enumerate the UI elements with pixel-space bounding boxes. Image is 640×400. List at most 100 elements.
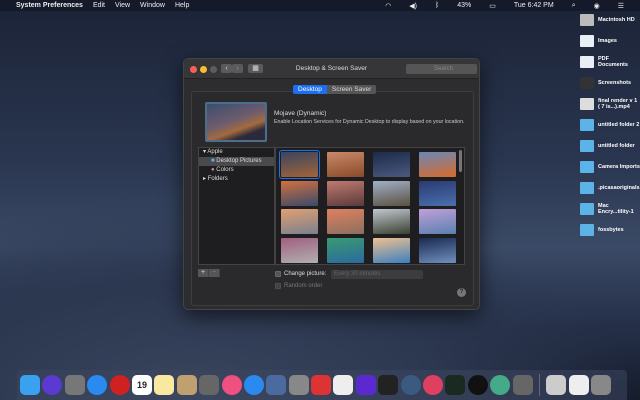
wallpaper-thumbnail[interactable]: [373, 180, 410, 206]
menu-view[interactable]: View: [115, 2, 130, 9]
preview-icon[interactable]: [176, 375, 197, 395]
documents-icon[interactable]: [568, 375, 589, 395]
wallpaper-thumbnail[interactable]: [327, 209, 364, 234]
menu-edit[interactable]: Edit: [93, 2, 105, 9]
wallpaper-thumbnail[interactable]: [327, 237, 364, 263]
desktop-icon-label: Screenshots: [598, 80, 632, 86]
siri-icon[interactable]: ◉: [594, 2, 600, 10]
desktop-icon[interactable]: Mac Encry...tility-1: [580, 203, 640, 215]
desktop-icon[interactable]: untitled folder: [580, 140, 640, 152]
desktop-icon[interactable]: untitled folder 2: [580, 119, 640, 131]
bluetooth-icon[interactable]: ᛒ: [435, 2, 439, 9]
source-desktop-pictures[interactable]: ■ Desktop Pictures: [199, 157, 274, 166]
wallpaper-thumbnail[interactable]: [279, 150, 320, 179]
safari-icon[interactable]: [87, 375, 108, 395]
siri-icon[interactable]: [42, 375, 63, 395]
system-preferences-icon[interactable]: [199, 375, 220, 395]
wallpaper-thumbnail[interactable]: [327, 152, 364, 177]
battery-status[interactable]: 43%: [457, 2, 471, 9]
wallpaper-thumbnail[interactable]: [419, 209, 456, 234]
wifi-icon[interactable]: ◠: [385, 2, 391, 10]
tab-desktop[interactable]: Desktop: [293, 85, 327, 94]
wallpaper-grid: [275, 147, 465, 265]
desktop-icon[interactable]: Screenshots: [580, 77, 640, 89]
desktop-icon-label: untitled folder 2: [598, 122, 640, 128]
wallpaper-thumbnail[interactable]: [419, 237, 456, 263]
photo-booth-icon[interactable]: [512, 375, 533, 395]
quicktime-icon[interactable]: [400, 375, 421, 395]
folder-icon: [580, 224, 594, 236]
random-order-checkbox[interactable]: [275, 283, 281, 289]
desktop-icon-label: PDF Documents: [598, 56, 628, 68]
terminal-icon[interactable]: [378, 375, 399, 395]
wallpaper-thumbnail[interactable]: [373, 152, 410, 177]
remove-folder-button[interactable]: −: [209, 269, 220, 277]
slack-icon[interactable]: [333, 375, 354, 395]
preferences-window: ‹ › ▦ Desktop & Screen Saver Search Desk…: [183, 58, 480, 310]
dock: 19: [17, 370, 627, 400]
finder-icon[interactable]: [20, 375, 40, 395]
activity-monitor-icon[interactable]: [445, 375, 466, 395]
menu-bar: System Preferences Edit View Window Help…: [0, 0, 640, 11]
wallpaper-thumbnail[interactable]: [373, 237, 410, 263]
app-store-icon[interactable]: [243, 375, 264, 395]
wallpaper-thumbnail[interactable]: [419, 180, 456, 206]
source-folders[interactable]: ▸ Folders: [199, 175, 274, 184]
change-picture-checkbox[interactable]: [275, 271, 281, 277]
search-input[interactable]: Search: [406, 64, 477, 74]
spotlight-icon[interactable]: ⌕: [572, 2, 576, 10]
trash-icon[interactable]: [591, 375, 612, 395]
wallpaper-thumbnail[interactable]: [373, 209, 410, 234]
clock[interactable]: Tue 6:42 PM: [514, 2, 554, 9]
desktop-icon[interactable]: Camera Imports: [580, 161, 640, 173]
file-icon: [580, 77, 594, 89]
change-picture-label: Change picture:: [284, 271, 327, 277]
folder-icon: ■: [211, 158, 215, 164]
wallpaper-thumbnail[interactable]: [281, 180, 318, 206]
wallpaper-thumbnail[interactable]: [419, 152, 456, 177]
virtualbox-icon[interactable]: [266, 375, 287, 395]
calendar-icon[interactable]: 19: [131, 375, 152, 395]
menu-window[interactable]: Window: [140, 2, 165, 9]
desktop-icon[interactable]: final render v 1 ( 7 is...).mp4: [580, 98, 640, 110]
file-icon: [580, 14, 594, 26]
desktop-icon[interactable]: PDF Documents: [580, 56, 640, 68]
downloads-icon[interactable]: [546, 375, 567, 395]
desktop-icon[interactable]: fossbytes: [580, 224, 640, 236]
random-order-label: Random order: [284, 283, 323, 289]
notification-center-icon[interactable]: ☰: [618, 2, 624, 10]
menu-help[interactable]: Help: [175, 2, 189, 9]
launchpad-icon[interactable]: [64, 375, 85, 395]
menu-app[interactable]: System Preferences: [16, 2, 83, 9]
chrome-icon[interactable]: [490, 375, 511, 395]
file-icon: [580, 56, 594, 68]
volume-icon[interactable]: ◀): [409, 2, 417, 10]
tab-screen-saver[interactable]: Screen Saver: [326, 85, 377, 94]
source-colors[interactable]: ● Colors: [199, 166, 274, 175]
pocket-icon[interactable]: [423, 375, 444, 395]
interval-select[interactable]: Every 30 minutes: [331, 270, 423, 279]
help-button[interactable]: ?: [457, 288, 466, 297]
folder-icon: [580, 182, 594, 194]
desktop-icon[interactable]: Images: [580, 35, 640, 47]
wallpaper-thumbnail[interactable]: [281, 237, 318, 263]
itunes-icon[interactable]: [221, 375, 242, 395]
screen-capture-icon[interactable]: [355, 375, 376, 395]
desktop-icon[interactable]: .picasaoriginals: [580, 182, 640, 194]
desktop-icon-label: final render v 1 ( 7 is...).mp4: [598, 98, 638, 110]
wallpaper-thumbnail[interactable]: [281, 209, 318, 234]
scrollbar[interactable]: [459, 150, 462, 172]
opera-icon[interactable]: [109, 375, 130, 395]
folder-icon: [580, 119, 594, 131]
vectorize-icon[interactable]: [467, 375, 488, 395]
add-folder-button[interactable]: +: [198, 269, 209, 277]
wallpaper-thumbnail[interactable]: [327, 180, 364, 206]
sequel-pro-icon[interactable]: [288, 375, 309, 395]
gmail-icon[interactable]: [311, 375, 332, 395]
current-wallpaper-preview: [205, 102, 267, 142]
source-apple[interactable]: ▾ Apple: [199, 148, 274, 157]
file-icon: [580, 98, 594, 110]
notes-icon[interactable]: [154, 375, 175, 395]
desktop-icon-label: Macintosh HD: [598, 17, 635, 23]
desktop-icon[interactable]: Macintosh HD: [580, 14, 640, 26]
